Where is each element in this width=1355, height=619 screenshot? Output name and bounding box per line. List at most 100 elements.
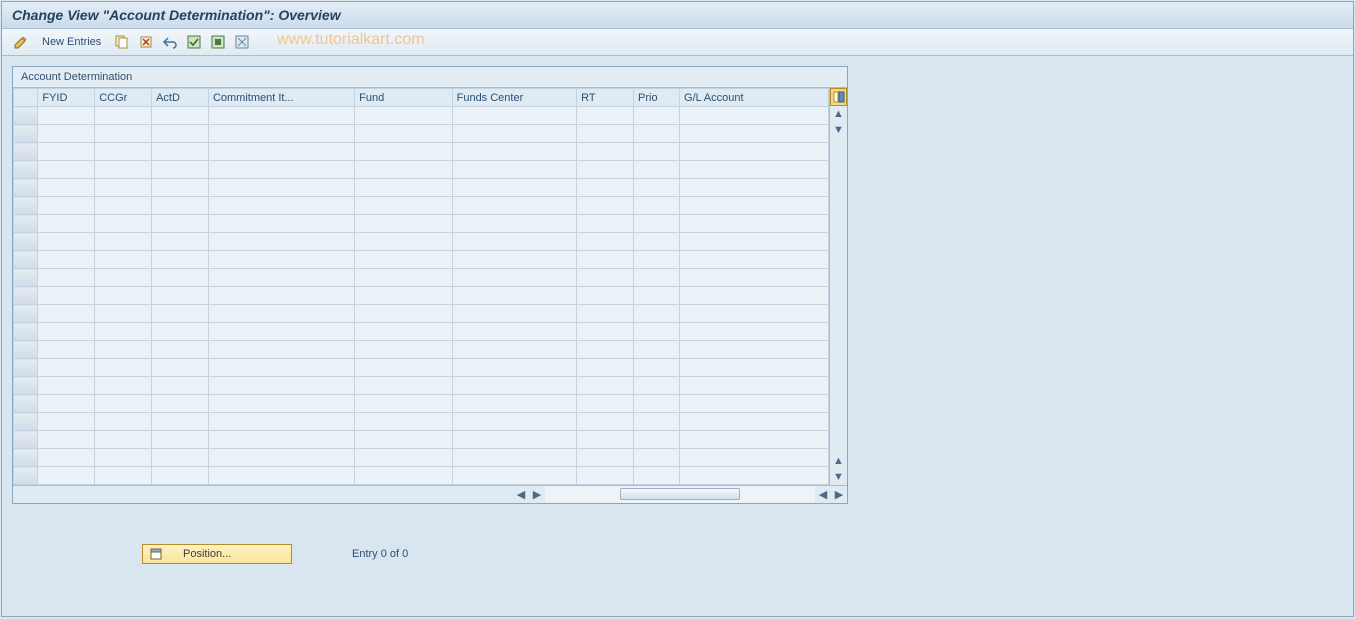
cell[interactable] bbox=[577, 377, 634, 395]
cell[interactable] bbox=[152, 305, 209, 323]
cell[interactable] bbox=[577, 197, 634, 215]
cell[interactable] bbox=[680, 125, 829, 143]
cell[interactable] bbox=[355, 179, 452, 197]
cell[interactable] bbox=[95, 305, 152, 323]
scroll-left-icon[interactable]: ◀ bbox=[513, 486, 529, 503]
cell[interactable] bbox=[152, 377, 209, 395]
table-row[interactable] bbox=[14, 107, 829, 125]
cell[interactable] bbox=[152, 125, 209, 143]
cell[interactable] bbox=[152, 143, 209, 161]
cell[interactable] bbox=[634, 467, 680, 485]
cell[interactable] bbox=[634, 431, 680, 449]
table-row[interactable] bbox=[14, 305, 829, 323]
cell[interactable] bbox=[355, 305, 452, 323]
cell[interactable] bbox=[208, 467, 354, 485]
scroll-right-icon[interactable]: ▶ bbox=[529, 486, 545, 503]
cell[interactable] bbox=[680, 287, 829, 305]
row-selector[interactable] bbox=[14, 467, 38, 485]
cell[interactable] bbox=[634, 341, 680, 359]
cell[interactable] bbox=[355, 323, 452, 341]
cell[interactable] bbox=[355, 161, 452, 179]
cell[interactable] bbox=[152, 107, 209, 125]
cell[interactable] bbox=[355, 233, 452, 251]
scroll-right2-icon[interactable]: ▶ bbox=[831, 486, 847, 503]
scroll-down-icon[interactable]: ▼ bbox=[830, 122, 847, 138]
cell[interactable] bbox=[452, 233, 577, 251]
cell[interactable] bbox=[634, 107, 680, 125]
cell[interactable] bbox=[208, 215, 354, 233]
cell[interactable] bbox=[38, 413, 95, 431]
cell[interactable] bbox=[680, 467, 829, 485]
cell[interactable] bbox=[38, 305, 95, 323]
table-row[interactable] bbox=[14, 143, 829, 161]
cell[interactable] bbox=[152, 341, 209, 359]
cell[interactable] bbox=[452, 125, 577, 143]
row-selector[interactable] bbox=[14, 143, 38, 161]
col-header[interactable]: RT bbox=[577, 89, 634, 107]
cell[interactable] bbox=[577, 269, 634, 287]
cell[interactable] bbox=[680, 233, 829, 251]
cell[interactable] bbox=[452, 107, 577, 125]
cell[interactable] bbox=[634, 215, 680, 233]
table-row[interactable] bbox=[14, 287, 829, 305]
table-row[interactable] bbox=[14, 359, 829, 377]
cell[interactable] bbox=[208, 143, 354, 161]
col-header[interactable]: Commitment It... bbox=[208, 89, 354, 107]
cell[interactable] bbox=[634, 233, 680, 251]
cell[interactable] bbox=[577, 179, 634, 197]
cell[interactable] bbox=[38, 107, 95, 125]
cell[interactable] bbox=[95, 395, 152, 413]
scroll-up-icon[interactable]: ▲ bbox=[830, 106, 847, 122]
cell[interactable] bbox=[577, 125, 634, 143]
cell[interactable] bbox=[208, 107, 354, 125]
cell[interactable] bbox=[577, 467, 634, 485]
cell[interactable] bbox=[208, 395, 354, 413]
cell[interactable] bbox=[208, 359, 354, 377]
cell[interactable] bbox=[38, 269, 95, 287]
cell[interactable] bbox=[208, 305, 354, 323]
horizontal-scrollbar[interactable]: ◀ ▶ ◀ ▶ bbox=[13, 485, 847, 503]
cell[interactable] bbox=[208, 269, 354, 287]
cell[interactable] bbox=[452, 359, 577, 377]
cell[interactable] bbox=[95, 341, 152, 359]
cell[interactable] bbox=[38, 215, 95, 233]
hscroll-track[interactable] bbox=[545, 486, 815, 503]
select-all-icon[interactable] bbox=[185, 33, 203, 51]
cell[interactable] bbox=[680, 215, 829, 233]
cell[interactable] bbox=[152, 323, 209, 341]
table-row[interactable] bbox=[14, 161, 829, 179]
cell[interactable] bbox=[355, 359, 452, 377]
cell[interactable] bbox=[208, 413, 354, 431]
cell[interactable] bbox=[208, 323, 354, 341]
cell[interactable] bbox=[634, 161, 680, 179]
row-selector[interactable] bbox=[14, 377, 38, 395]
cell[interactable] bbox=[208, 449, 354, 467]
cell[interactable] bbox=[452, 269, 577, 287]
cell[interactable] bbox=[152, 215, 209, 233]
cell[interactable] bbox=[577, 323, 634, 341]
cell[interactable] bbox=[95, 251, 152, 269]
row-selector[interactable] bbox=[14, 323, 38, 341]
cell[interactable] bbox=[355, 449, 452, 467]
cell[interactable] bbox=[95, 467, 152, 485]
cell[interactable] bbox=[355, 125, 452, 143]
col-header[interactable]: ActD bbox=[152, 89, 209, 107]
cell[interactable] bbox=[452, 215, 577, 233]
table-row[interactable] bbox=[14, 395, 829, 413]
cell[interactable] bbox=[577, 215, 634, 233]
col-header[interactable]: CCGr bbox=[95, 89, 152, 107]
cell[interactable] bbox=[38, 323, 95, 341]
row-selector[interactable] bbox=[14, 107, 38, 125]
cell[interactable] bbox=[38, 197, 95, 215]
cell[interactable] bbox=[208, 125, 354, 143]
cell[interactable] bbox=[95, 161, 152, 179]
table-row[interactable] bbox=[14, 215, 829, 233]
cell[interactable] bbox=[680, 359, 829, 377]
row-selector[interactable] bbox=[14, 161, 38, 179]
cell[interactable] bbox=[152, 179, 209, 197]
row-selector[interactable] bbox=[14, 287, 38, 305]
cell[interactable] bbox=[577, 431, 634, 449]
cell[interactable] bbox=[634, 269, 680, 287]
cell[interactable] bbox=[634, 197, 680, 215]
cell[interactable] bbox=[452, 341, 577, 359]
